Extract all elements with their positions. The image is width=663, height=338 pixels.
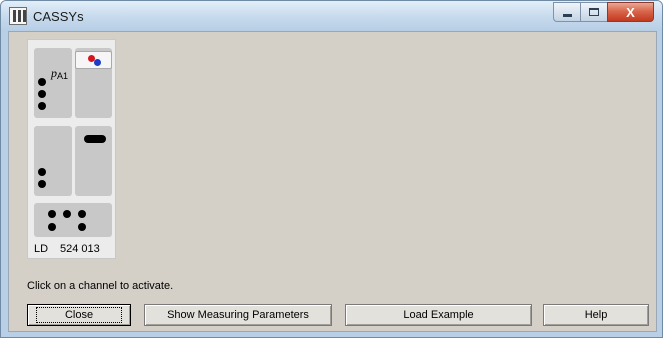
voltage-source-slot[interactable] <box>34 203 112 237</box>
cassy-module: pA1 LD 524 013 <box>27 39 116 259</box>
socket-dot <box>48 210 56 218</box>
minimize-icon <box>562 13 572 17</box>
close-icon: X <box>626 4 635 20</box>
connector-pill <box>84 135 106 143</box>
minimize-button[interactable] <box>553 2 580 22</box>
client-area: pA1 LD 524 013 Click on a channel to act… <box>8 31 657 332</box>
part-number-label: 524 013 <box>60 243 100 255</box>
close-button-label: Close <box>35 307 123 323</box>
status-text: Click on a channel to activate. <box>27 280 174 292</box>
cassys-window: CASSYs X pA1 LD 524 013 Click on a chann… <box>0 0 663 338</box>
load-example-button[interactable]: Load Example <box>345 304 532 326</box>
socket-dot <box>78 210 86 218</box>
socket-dot <box>38 90 46 98</box>
load-example-label: Load Example <box>403 309 474 321</box>
caption-buttons: X <box>553 2 654 22</box>
manufacturer-label: LD <box>34 243 49 255</box>
socket-dot <box>63 210 71 218</box>
socket-dot <box>38 168 46 176</box>
window-title: CASSYs <box>33 9 84 24</box>
app-icon <box>9 7 27 25</box>
socket-dot <box>38 78 46 86</box>
help-label: Help <box>584 309 608 321</box>
socket-dot <box>38 180 46 188</box>
close-window-button[interactable]: X <box>607 2 654 22</box>
sensor-label: pA1 <box>51 66 69 81</box>
socket-dot <box>78 223 86 231</box>
sensor-box-button[interactable] <box>75 51 112 69</box>
channel-a-input-slot[interactable] <box>34 126 72 196</box>
title-bar[interactable]: CASSYs X <box>1 1 662 31</box>
show-params-label: Show Measuring Parameters <box>167 309 309 321</box>
sensor-blue-icon <box>94 59 101 66</box>
close-button[interactable]: Close <box>27 304 131 326</box>
help-button[interactable]: Help <box>543 304 649 326</box>
socket-dot <box>38 102 46 110</box>
show-measuring-parameters-button[interactable]: Show Measuring Parameters <box>144 304 332 326</box>
maximize-button[interactable] <box>580 2 607 22</box>
channel-a-slot[interactable]: pA1 <box>34 48 72 118</box>
socket-dot <box>48 223 56 231</box>
maximize-icon <box>589 8 599 16</box>
